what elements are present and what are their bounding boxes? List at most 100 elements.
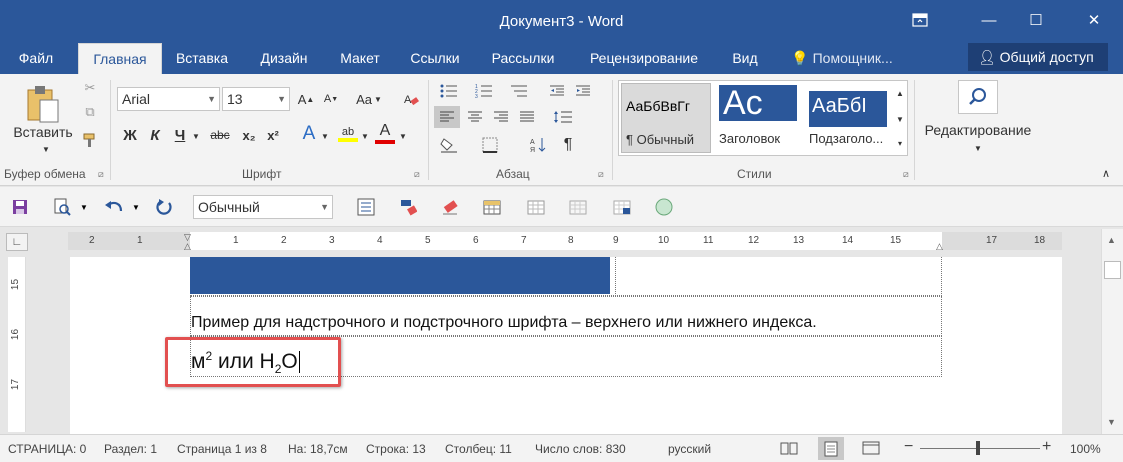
editing-dropdown-icon[interactable]: ▼ [972, 142, 984, 154]
superscript-button[interactable]: x² [262, 124, 284, 146]
paste-button[interactable]: Вставить [4, 122, 82, 142]
insert-table-icon[interactable] [480, 195, 504, 219]
show-marks-button[interactable]: ¶ [556, 134, 580, 156]
styles-launcher-icon[interactable]: ⧄ [903, 169, 909, 180]
subscript-button[interactable]: x₂ [238, 124, 260, 146]
clipboard-launcher-icon[interactable]: ⧄ [98, 169, 104, 180]
scroll-up-icon[interactable]: ▲ [1107, 235, 1116, 245]
read-mode-icon[interactable] [780, 440, 800, 458]
multilevel-list-icon[interactable] [506, 80, 532, 102]
scroll-down-icon[interactable]: ▼ [1107, 417, 1116, 427]
status-column[interactable]: Столбец: 11 [445, 442, 512, 456]
tab-review[interactable]: Рецензирование [576, 43, 712, 74]
cut-icon[interactable]: ✂ [80, 78, 100, 98]
filled-table-cell[interactable] [190, 257, 610, 294]
line-spacing-icon[interactable] [548, 106, 578, 128]
tab-references[interactable]: Ссылки [400, 43, 470, 74]
styles-scroll-down-icon[interactable]: ▼ [893, 107, 907, 131]
web-layout-icon[interactable] [862, 440, 882, 458]
status-words[interactable]: Число слов: 830 [535, 442, 626, 456]
format-painter-icon[interactable] [396, 195, 420, 219]
tab-tell-me[interactable]: 💡 Помощник... [782, 43, 902, 74]
zoom-in-button[interactable]: + [1042, 438, 1051, 456]
text-effects-button[interactable]: A [298, 122, 320, 146]
shape-circle-icon[interactable] [652, 195, 676, 219]
shading-icon[interactable] [436, 134, 462, 156]
highlight-dropdown-icon[interactable]: ▼ [360, 126, 370, 146]
text-effects-dropdown-icon[interactable]: ▼ [320, 126, 330, 146]
print-layout-icon[interactable] [818, 437, 844, 460]
tab-file[interactable]: Файл [2, 43, 70, 74]
table-row[interactable]: Пример для надстрочного и подстрочного ш… [190, 296, 942, 336]
table-properties-icon[interactable] [610, 195, 634, 219]
tab-home[interactable]: Главная [78, 43, 162, 74]
status-language[interactable]: русский [668, 442, 711, 456]
paragraph-launcher-icon[interactable]: ⧄ [598, 169, 604, 180]
paste-dropdown-icon[interactable]: ▼ [40, 144, 52, 154]
change-case-button[interactable]: Aa ▼ [352, 88, 386, 110]
share-button[interactable]: 👤︎ Общий доступ [968, 43, 1108, 71]
font-name-combo[interactable]: Arial ▼ [117, 87, 220, 111]
undo-icon[interactable] [102, 195, 126, 219]
maximize-button[interactable]: ☐ [1013, 0, 1059, 40]
bullets-icon[interactable] [436, 80, 462, 102]
tab-view[interactable]: Вид [722, 43, 768, 74]
horizontal-ruler[interactable]: 2 1 1 2 3 4 5 6 7 8 9 10 11 12 13 14 15 … [68, 232, 1062, 251]
styles-more-icon[interactable]: ▾ [893, 131, 907, 155]
clear-formatting-icon[interactable]: A [400, 88, 422, 110]
style-subtitle[interactable]: АаБбI Подзаголо... [805, 83, 895, 153]
status-line[interactable]: Строка: 13 [366, 442, 426, 456]
copy-icon[interactable]: ⧉ [80, 102, 100, 122]
undo-dropdown-icon[interactable]: ▼ [124, 195, 148, 219]
shrink-font-icon[interactable]: A ▼ [320, 88, 342, 110]
increase-indent-icon[interactable] [572, 80, 594, 102]
style-title[interactable]: Ac Заголовок [715, 83, 805, 153]
status-position[interactable]: На: 18,7см [288, 442, 348, 456]
tab-insert[interactable]: Вставка [166, 43, 238, 74]
justify-icon[interactable] [514, 106, 540, 128]
font-color-button[interactable]: A [374, 120, 396, 146]
zoom-level[interactable]: 100% [1070, 442, 1101, 456]
borders-icon[interactable] [478, 134, 502, 156]
minimize-button[interactable]: — [966, 0, 1012, 40]
strikethrough-button[interactable]: abc [206, 124, 234, 146]
scroll-thumb[interactable] [1104, 261, 1121, 279]
italic-button[interactable]: К [145, 124, 165, 146]
search-icon[interactable] [958, 80, 998, 114]
bold-button[interactable]: Ж [120, 124, 140, 146]
numbering-icon[interactable]: 123 [471, 80, 497, 102]
table-grid-icon[interactable] [566, 195, 590, 219]
format-painter-icon[interactable] [80, 130, 100, 150]
ribbon-display-options-icon[interactable] [897, 0, 943, 40]
styles-scroll-up-icon[interactable]: ▲ [893, 81, 907, 105]
align-right-icon[interactable] [488, 106, 514, 128]
font-size-combo[interactable]: 13 ▼ [222, 87, 290, 111]
page[interactable]: Пример для надстрочного и подстрочного ш… [70, 257, 1062, 434]
zoom-slider[interactable] [920, 448, 1040, 449]
print-preview-dropdown-icon[interactable]: ▼ [72, 195, 96, 219]
font-color-dropdown-icon[interactable]: ▼ [398, 126, 408, 146]
underline-button[interactable]: Ч [170, 124, 190, 146]
status-pages[interactable]: Страница 1 из 8 [177, 442, 267, 456]
save-icon[interactable] [8, 195, 32, 219]
eraser-icon[interactable] [438, 195, 462, 219]
style-normal[interactable]: АаБбВвГг ¶ Обычный [621, 83, 711, 153]
align-center-icon[interactable] [462, 106, 488, 128]
highlight-button[interactable]: ab [336, 122, 360, 146]
status-section[interactable]: Раздел: 1 [104, 442, 157, 456]
tab-mailings[interactable]: Рассылки [478, 43, 568, 74]
style-selector[interactable]: Обычный ▼ [193, 195, 333, 219]
tab-selector[interactable]: ∟ [6, 233, 28, 251]
table-layout-icon[interactable] [524, 195, 548, 219]
styles-pane-icon[interactable] [354, 195, 378, 219]
sort-icon[interactable]: AЯ [526, 134, 550, 156]
redo-icon[interactable] [152, 195, 176, 219]
decrease-indent-icon[interactable] [546, 80, 568, 102]
tab-design[interactable]: Дизайн [247, 43, 321, 74]
vertical-ruler[interactable]: 15 16 17 [8, 257, 26, 432]
zoom-slider-thumb[interactable] [976, 441, 980, 455]
status-page[interactable]: СТРАНИЦА: 0 [8, 442, 86, 456]
print-preview-icon[interactable] [50, 195, 74, 219]
zoom-out-button[interactable]: − [904, 438, 913, 456]
tab-layout[interactable]: Макет [330, 43, 390, 74]
